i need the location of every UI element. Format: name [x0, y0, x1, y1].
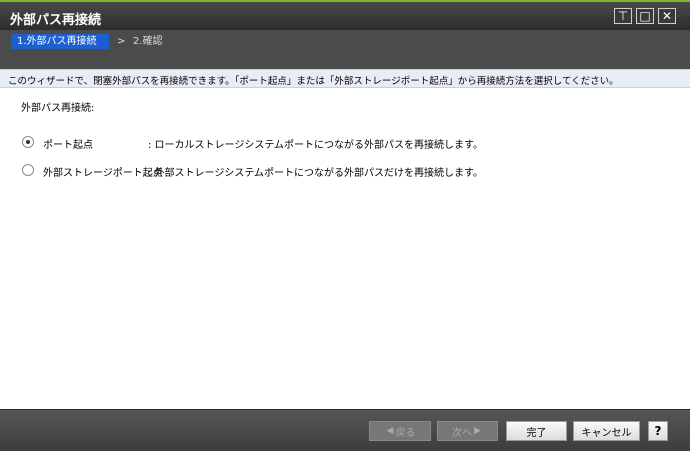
- help-button[interactable]: ?: [648, 421, 668, 441]
- option-desc-port-origin: : ローカルストレージシステムポートにつながる外部パスを再接続します。: [148, 140, 484, 151]
- radio-external-port-origin[interactable]: [22, 164, 34, 176]
- maximize-icon: □: [639, 9, 651, 23]
- section-label: 外部パス再接続:: [21, 103, 95, 114]
- radio-selected-dot: [26, 140, 30, 144]
- option-label-port-origin[interactable]: ポート起点: [43, 136, 93, 151]
- pin-button[interactable]: ⊤: [614, 8, 632, 24]
- window-title: 外部パス再接続: [10, 13, 102, 28]
- next-label: 次へ: [452, 427, 473, 439]
- next-button[interactable]: 次へ ▶: [437, 421, 498, 441]
- back-label: 戻る: [395, 427, 416, 439]
- maximize-button[interactable]: □: [636, 8, 654, 24]
- breadcrumb-step-2: 2.確認: [133, 36, 163, 47]
- close-icon: ✕: [661, 9, 673, 23]
- cancel-button[interactable]: キャンセル: [573, 421, 640, 441]
- arrow-left-icon: ◀: [386, 426, 394, 436]
- info-bar: このウィザードで、閉塞外部パスを再接続できます。「ポート起点」または「外部ストレ…: [0, 69, 690, 88]
- finish-button[interactable]: 完了: [506, 421, 567, 441]
- breadcrumb-separator: >: [117, 36, 126, 47]
- info-text: このウィザードで、閉塞外部パスを再接続できます。「ポート起点」または「外部ストレ…: [8, 76, 619, 87]
- arrow-right-icon: ▶: [474, 426, 481, 436]
- radio-port-origin[interactable]: [22, 136, 34, 148]
- footer-bar: ◀ 戻る 次へ ▶ 完了 キャンセル ?: [0, 409, 690, 451]
- breadcrumb-step-1: 1.外部パス再接続: [11, 34, 109, 49]
- title-bar: 外部パス再接続 ⊤ □ ✕: [0, 0, 690, 30]
- breadcrumb: 1.外部パス再接続 > 2.確認: [0, 30, 690, 69]
- option-desc-external-port-origin: : 外部ストレージシステムポートにつながる外部パスだけを再接続します。: [148, 168, 484, 179]
- close-button[interactable]: ✕: [658, 8, 676, 24]
- pin-icon: ⊤: [617, 9, 629, 23]
- back-button[interactable]: ◀ 戻る: [369, 421, 431, 441]
- option-label-external-port-origin[interactable]: 外部ストレージポート起点: [43, 164, 163, 179]
